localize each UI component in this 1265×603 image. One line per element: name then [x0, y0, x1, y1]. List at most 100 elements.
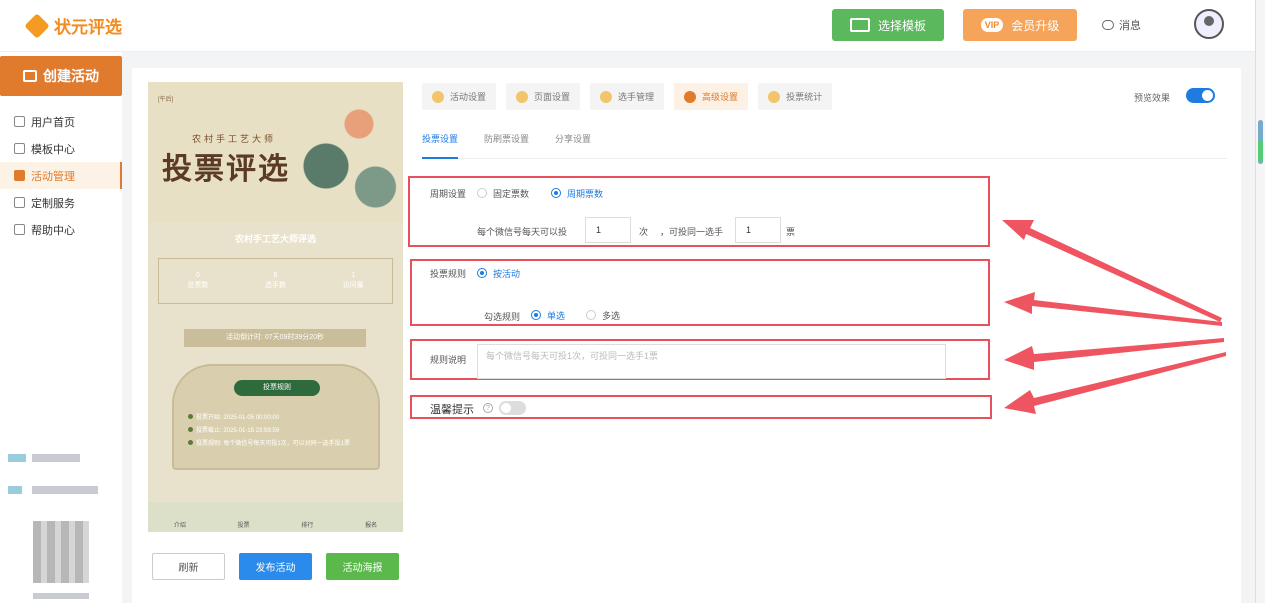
page-icon: [516, 90, 529, 103]
tab-advanced[interactable]: 高级设置: [674, 83, 749, 110]
radio-by-activity[interactable]: [477, 268, 487, 278]
messages-link[interactable]: 消息: [1102, 17, 1141, 33]
stat-total-votes: 0 总票数: [187, 272, 209, 289]
tab-activity-settings[interactable]: 活动设置: [422, 83, 497, 110]
avatar[interactable]: [1194, 9, 1224, 39]
radio-multi-label[interactable]: 多选: [602, 309, 620, 322]
preview-tab-signup[interactable]: 报名: [365, 520, 377, 529]
radio-fixed-votes-label[interactable]: 固定票数: [493, 187, 529, 200]
sidebar-item-help[interactable]: 帮助中心: [0, 216, 122, 243]
period-label: 周期设置: [430, 189, 467, 199]
subtab-anti-fraud[interactable]: 防刷票设置: [484, 130, 529, 159]
subtab-vote-settings[interactable]: 投票设置: [422, 130, 459, 159]
action-buttons: 刷新 发布活动 活动海报: [152, 553, 399, 580]
top-bar: 状元评选 选择模板 VIP 会员升级 消息: [0, 0, 1255, 52]
radio-multi[interactable]: [586, 310, 596, 320]
subtab-share[interactable]: 分享设置: [555, 130, 591, 159]
folder-icon: [14, 143, 25, 154]
sidebar-item-label: 帮助中心: [31, 224, 75, 237]
book-icon: [14, 224, 25, 235]
countdown: 活动倒计时: 07天09时39分20秒: [184, 329, 366, 347]
logo-cube-icon: [24, 12, 50, 39]
rules-title: 投票规则: [234, 380, 320, 396]
poster-title: 投票评选: [162, 152, 290, 187]
sidebar-item-templates[interactable]: 模板中心: [0, 135, 122, 162]
stat-visits: 1 访问量: [342, 272, 364, 289]
sidebar-item-home[interactable]: 用户首页: [0, 108, 122, 135]
sidebar-item-custom[interactable]: 定制服务: [0, 189, 122, 216]
radio-by-activity-label[interactable]: 按活动: [493, 267, 520, 280]
radio-fixed-votes[interactable]: [477, 188, 487, 198]
same-contestant-text: ，可投同一选手: [660, 227, 724, 237]
refresh-button[interactable]: 刷新: [152, 553, 225, 580]
times-unit: 次: [639, 227, 649, 237]
sidebar-item-label: 活动管理: [31, 170, 75, 183]
tips-box: [410, 395, 992, 419]
radio-cycle-votes-label[interactable]: 周期票数: [567, 187, 603, 200]
blurred-icon: [8, 454, 26, 462]
sidebar-nav: 用户首页 模板中心 活动管理 定制服务 帮助中心: [0, 108, 122, 243]
handshake-icon: [14, 197, 25, 208]
create-activity-button[interactable]: 创建活动: [0, 56, 122, 96]
sidebar-item-activity[interactable]: 活动管理: [0, 162, 122, 189]
add-box-icon: [23, 70, 37, 82]
preview-tab-rank[interactable]: 排行: [301, 520, 313, 529]
blurred-text: [32, 486, 98, 494]
tips-label: 温馨提示: [430, 404, 474, 416]
logo-text: 状元评选: [54, 18, 122, 37]
rule-end: 投票截止: 2025-01-15 23:59:59: [188, 427, 279, 435]
page-scrollbar[interactable]: [1255, 0, 1265, 603]
event-name: 农村手工艺大师评选: [234, 234, 316, 244]
preview-toggle[interactable]: [1186, 88, 1215, 103]
same-contestant-votes-input[interactable]: 1: [735, 217, 781, 243]
preview-tab-vote[interactable]: 投票: [238, 520, 250, 529]
stats-icon: [768, 90, 781, 103]
vip-badge: VIP: [980, 18, 1004, 32]
subtabs: 投票设置 防刷票设置 分享设置: [422, 130, 1227, 159]
select-template-label: 选择模板: [877, 18, 926, 33]
daily-times-input[interactable]: 1: [585, 217, 631, 243]
radio-single-label[interactable]: 单选: [547, 309, 565, 322]
poster-button[interactable]: 活动海报: [326, 553, 399, 580]
blurred-qr-code: [33, 521, 89, 583]
select-template-button[interactable]: 选择模板: [832, 9, 944, 41]
tab-contestants[interactable]: 选手管理: [590, 83, 665, 110]
rule-description-label: 规则说明: [430, 355, 467, 365]
tab-page-settings[interactable]: 页面设置: [506, 83, 581, 110]
rules-card: 投票规则 投票开始: 2025-01-05 00:00:00 投票截止: 202…: [172, 364, 380, 470]
messages-label: 消息: [1119, 20, 1141, 32]
users-icon: [600, 90, 613, 103]
preview-tab-intro[interactable]: 介绍: [174, 520, 186, 529]
help-icon[interactable]: ?: [483, 403, 493, 413]
flower-illustration: [293, 82, 403, 222]
radio-single[interactable]: [531, 310, 541, 320]
vip-upgrade-button[interactable]: VIP 会员升级: [963, 9, 1077, 41]
votes-unit: 票: [786, 227, 796, 237]
blurred-text: [32, 454, 80, 462]
poster-banner: [午后] 农村手工艺大师 投票评选: [148, 82, 403, 222]
rule-limit: 投票规则: 每个微信号每天可投1次，可以对同一选手投1票: [188, 440, 368, 448]
home-icon: [14, 116, 25, 127]
blurred-icon: [8, 486, 22, 494]
radio-cycle-votes[interactable]: [551, 188, 561, 198]
sidebar-item-label: 定制服务: [31, 197, 75, 210]
stat-contestants: 6 选手数: [264, 272, 286, 289]
tab-statistics[interactable]: 投票统计: [758, 83, 833, 110]
rule-start: 投票开始: 2025-01-05 00:00:00: [188, 414, 279, 422]
chat-bubble-icon: [1102, 20, 1114, 30]
rule-description-textarea[interactable]: 每个微信号每天可投1次，可投同一选手1票: [477, 344, 946, 379]
stats-box: 0 总票数 6 选手数 1 访问量: [158, 258, 393, 304]
publish-button[interactable]: 发布活动: [239, 553, 312, 580]
preview-tabbar: 介绍 投票 排行 报名: [148, 502, 403, 532]
mobile-preview: [午后] 农村手工艺大师 投票评选 农村手工艺大师评选 0 总票数 6 选手数 1访…: [148, 82, 403, 532]
select-rule-label: 勾选规则: [484, 312, 521, 322]
settings-tabs: 活动设置 页面设置 选手管理 高级设置 投票统计: [422, 83, 833, 110]
sidebar-item-label: 用户首页: [31, 116, 75, 129]
daily-limit-prefix: 每个微信号每天可以投: [477, 227, 568, 237]
logo[interactable]: 状元评选: [24, 12, 122, 39]
preview-toggle-label: 预览效果: [1134, 93, 1171, 103]
template-icon: [849, 18, 870, 32]
ticket-icon: [14, 170, 25, 181]
tips-toggle[interactable]: [499, 401, 526, 415]
vote-rules-label: 投票规则: [430, 269, 467, 279]
